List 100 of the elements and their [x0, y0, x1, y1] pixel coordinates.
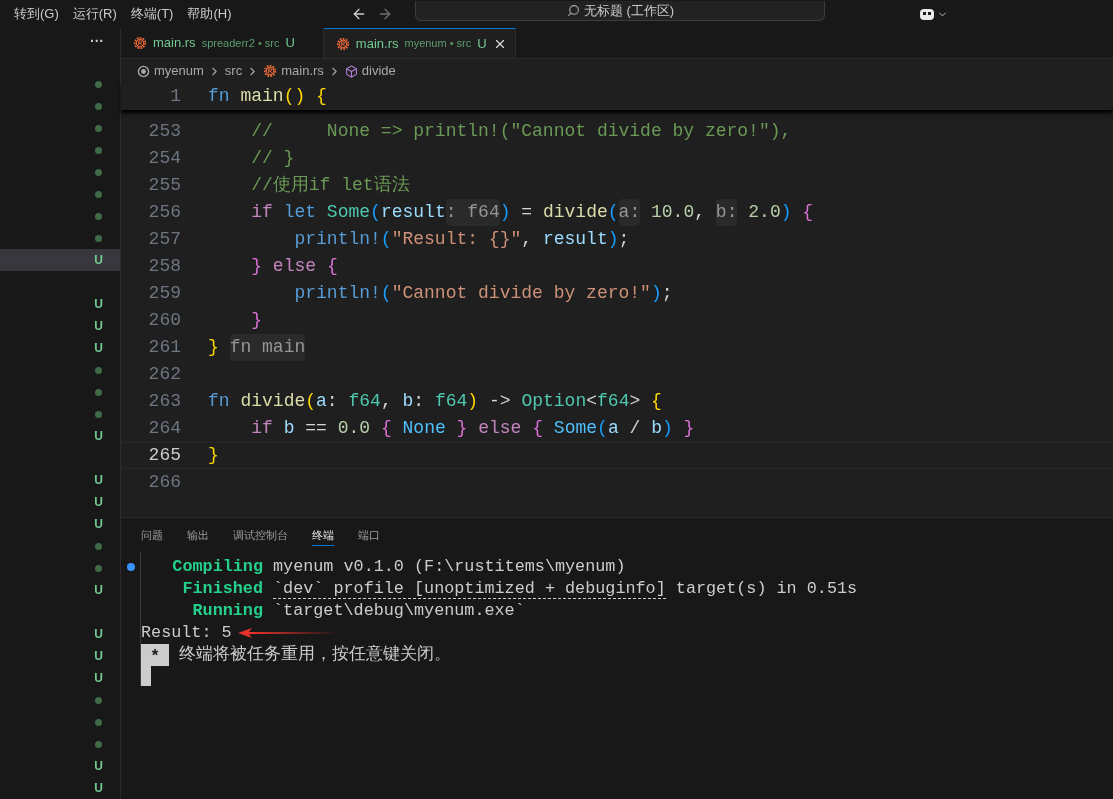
breadcrumb-item[interactable]: src [224, 61, 243, 81]
terminal-text: myenum v0.1.0 (F:\rustitems\myenum) [273, 556, 626, 579]
status-letter: U [94, 648, 103, 665]
code-token: , [521, 228, 533, 251]
code-token: } [456, 417, 468, 440]
panel-tab[interactable]: 调试控制台 [233, 527, 288, 546]
code-token: ; [661, 282, 673, 305]
line-number: 255 [147, 174, 181, 197]
code-token: println! [294, 282, 381, 305]
code-token: ; [618, 228, 630, 251]
code-token: } [208, 444, 219, 467]
inlay-hint: a: [618, 199, 641, 226]
code-token: : [413, 390, 425, 413]
code-comment: // None => println!("Cannot divide by zero!"), [251, 120, 792, 143]
code-token: b [283, 417, 295, 440]
cargo-status: Running [192, 600, 263, 623]
code-token: result [380, 201, 446, 224]
gear-icon [335, 36, 350, 51]
breadcrumb-item[interactable]: myenum [154, 61, 204, 81]
menu-item[interactable]: 终端(T) [130, 4, 174, 24]
status-letter: U [94, 758, 103, 775]
code-token: Some [553, 417, 598, 440]
line-number: 253 [147, 120, 181, 143]
gear-icon [263, 64, 278, 78]
terminal-cursor [141, 666, 151, 686]
status-letter: U [94, 494, 103, 511]
code-token: , [694, 201, 706, 224]
code-token: ( [597, 417, 608, 440]
code-token: < [586, 390, 598, 413]
tab-filename: main.rs [355, 34, 399, 53]
line-number: 263 [147, 390, 181, 413]
line-number: 254 [147, 147, 181, 170]
line-number: 260 [147, 309, 181, 332]
line-number: 258 [147, 255, 181, 278]
code-token: ( [380, 228, 392, 251]
code-token: { [532, 417, 544, 440]
code-token: Option [521, 390, 587, 413]
terminal-link[interactable]: `dev` profile [unoptimized + debuginfo] [273, 579, 666, 599]
line-number: 265 [147, 444, 181, 467]
inlay-hint: b: [715, 199, 738, 226]
panel-tab[interactable]: 输出 [187, 527, 209, 546]
code-token: ) [499, 201, 511, 224]
status-letter: U [94, 296, 103, 313]
inlay-hint: fn main [229, 334, 306, 361]
tab-path: myenum • src [404, 36, 472, 52]
panel-tab[interactable]: 端口 [358, 527, 380, 546]
code-token: divide [542, 201, 608, 224]
more-actions[interactable]: ··· [90, 31, 104, 53]
status-letter: U [94, 670, 103, 687]
panel-tab[interactable]: 终端 [312, 527, 334, 546]
cargo-status: Finished [182, 578, 263, 601]
code-token: } [683, 417, 695, 440]
code-token: 0.0 [337, 417, 371, 440]
status-letter: U [477, 34, 487, 53]
code-token: { [802, 201, 814, 224]
code-token: ) [467, 390, 479, 413]
code-token: ) [780, 201, 792, 224]
task-marker: * [141, 644, 169, 666]
code-comment: // } [251, 147, 295, 170]
code-token: } [251, 309, 263, 332]
code-token: } [208, 336, 219, 359]
editor-tab[interactable]: main.rs myenum • src U [323, 28, 516, 58]
file-row[interactable]: U [0, 249, 120, 271]
code-token: ) [607, 228, 619, 251]
line-number: 262 [147, 363, 181, 386]
code-token: > [629, 390, 641, 413]
code-token: fn [208, 390, 230, 413]
status-letter: U [94, 252, 103, 269]
gear-icon [133, 36, 147, 50]
code-token: == [305, 417, 327, 440]
code-token: ( [305, 390, 317, 413]
menu-item[interactable]: 转到(G) [14, 4, 59, 24]
menu-item[interactable]: 帮助(H) [187, 4, 232, 24]
breadcrumb-item[interactable]: main.rs [281, 61, 324, 81]
search-field[interactable]: 无标题 (工作区) [415, 1, 826, 21]
code-token: a [316, 390, 327, 413]
panel-tab[interactable]: 问题 [141, 527, 163, 546]
code-token: f64 [348, 390, 381, 413]
code-token: divide [240, 390, 306, 413]
code-token: } [251, 255, 263, 278]
code-token: None [402, 417, 446, 440]
code-token: : [326, 390, 338, 413]
code-token: else [478, 417, 522, 440]
line-number: 1 [169, 85, 181, 108]
menu-item[interactable]: 运行(R) [72, 4, 117, 24]
cube-icon [344, 64, 358, 78]
tab-filename: main.rs [153, 34, 196, 53]
line-number: 256 [147, 201, 181, 224]
code-comment: //使用if let语法 [251, 174, 410, 197]
code-token: ) [661, 417, 673, 440]
code-token: ) [650, 282, 662, 305]
code-token: result [542, 228, 608, 251]
line-number: 264 [147, 417, 181, 440]
cargo-status: Compiling [172, 556, 263, 579]
status-letter: U [94, 428, 103, 445]
search-text: 无标题 (工作区) [583, 1, 675, 20]
copilot-button[interactable] [919, 7, 949, 21]
code-token: if [251, 417, 273, 440]
code-token: if [251, 201, 273, 224]
breadcrumb-item[interactable]: divide [361, 61, 396, 81]
